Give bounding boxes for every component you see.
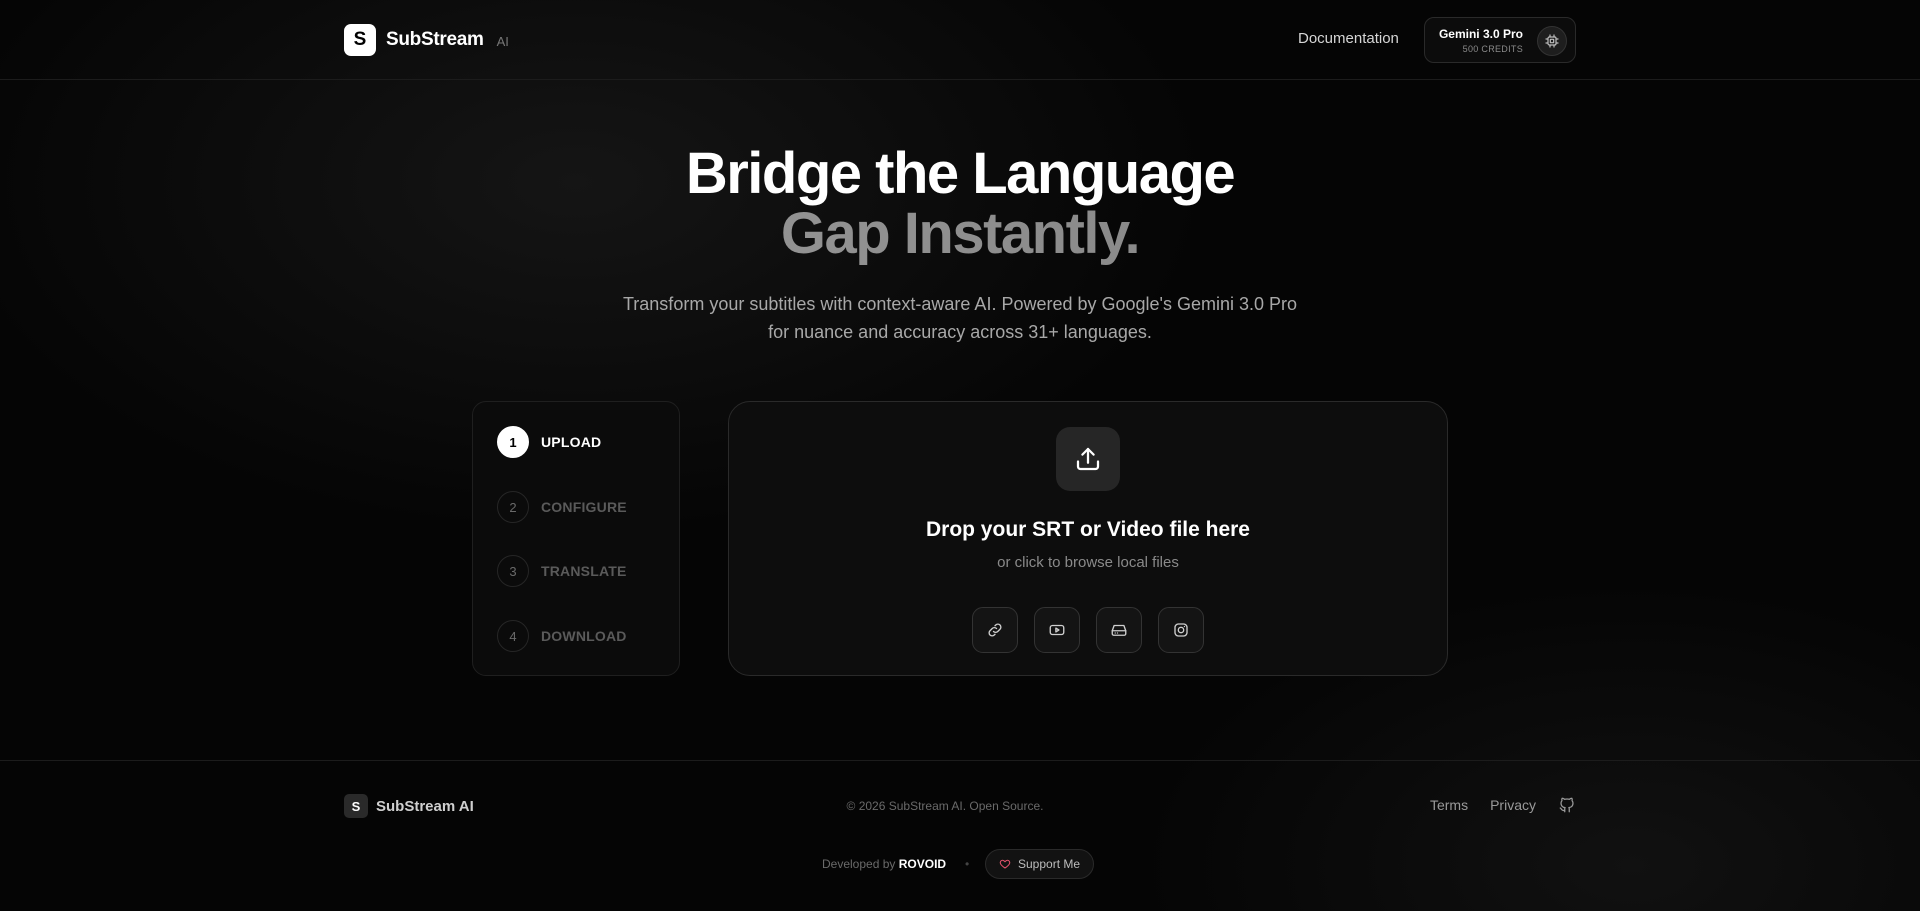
youtube-icon[interactable] — [1034, 607, 1080, 653]
upload-icon — [1056, 427, 1120, 491]
footer: S SubStream AI © 2026 SubStream AI. Open… — [0, 760, 1920, 911]
brand[interactable]: S SubStream AI — [344, 24, 509, 56]
brand-suffix: AI — [496, 34, 509, 49]
brand-name: SubStream — [386, 29, 484, 50]
terms-link[interactable]: Terms — [1430, 797, 1468, 813]
footer-separator: • — [965, 857, 970, 871]
file-dropzone[interactable]: Drop your SRT or Video file here or clic… — [728, 401, 1448, 676]
step-configure[interactable]: 2 CONFIGURE — [497, 491, 627, 523]
step-label: UPLOAD — [541, 434, 602, 450]
step-label: CONFIGURE — [541, 499, 627, 515]
support-button[interactable]: Support Me — [985, 849, 1095, 879]
developed-by: Developed by ROVOID — [822, 857, 946, 871]
link-icon[interactable] — [972, 607, 1018, 653]
step-translate[interactable]: 3 TRANSLATE — [497, 555, 627, 587]
heart-icon — [999, 859, 1011, 869]
hero-title-line-2: Gap Instantly. — [0, 200, 1920, 268]
instagram-icon[interactable] — [1158, 607, 1204, 653]
model-selector[interactable]: Gemini 3.0 Pro 500 CREDITS — [1424, 17, 1576, 63]
support-label: Support Me — [1018, 857, 1081, 871]
top-header: S SubStream AI Documentation Gemini 3.0 … — [0, 0, 1920, 80]
dropzone-subtitle: or click to browse local files — [997, 554, 1179, 571]
hero-subtitle: Transform your subtitles with context-aw… — [622, 294, 1298, 342]
developed-by-label: Developed by — [822, 857, 896, 871]
drive-icon[interactable] — [1096, 607, 1142, 653]
hero-title-line-1: Bridge the Language — [685, 141, 1236, 206]
step-label: TRANSLATE — [541, 563, 627, 579]
step-number: 2 — [497, 491, 529, 523]
github-icon[interactable] — [1558, 796, 1576, 814]
model-credits: 500 CREDITS — [1462, 44, 1523, 54]
developer-name[interactable]: ROVOID — [899, 857, 946, 871]
step-number: 1 — [497, 426, 529, 458]
step-download[interactable]: 4 DOWNLOAD — [497, 620, 627, 652]
step-label: DOWNLOAD — [541, 628, 627, 644]
privacy-link[interactable]: Privacy — [1490, 797, 1536, 813]
step-upload[interactable]: 1 UPLOAD — [497, 426, 601, 458]
brand-logo: S — [344, 24, 376, 56]
step-number: 3 — [497, 555, 529, 587]
documentation-link[interactable]: Documentation — [1298, 30, 1399, 47]
copyright: © 2026 SubStream AI. Open Source. — [846, 799, 1044, 813]
chip-icon[interactable] — [1537, 26, 1567, 56]
steps-panel: 1 UPLOAD 2 CONFIGURE 3 TRANSLATE 4 DOWNL… — [472, 401, 680, 676]
footer-links: Terms Privacy — [1430, 796, 1576, 814]
source-buttons — [972, 607, 1220, 653]
dropzone-title: Drop your SRT or Video file here — [925, 518, 1250, 541]
model-name: Gemini 3.0 Pro — [1438, 27, 1523, 41]
step-number: 4 — [497, 620, 529, 652]
